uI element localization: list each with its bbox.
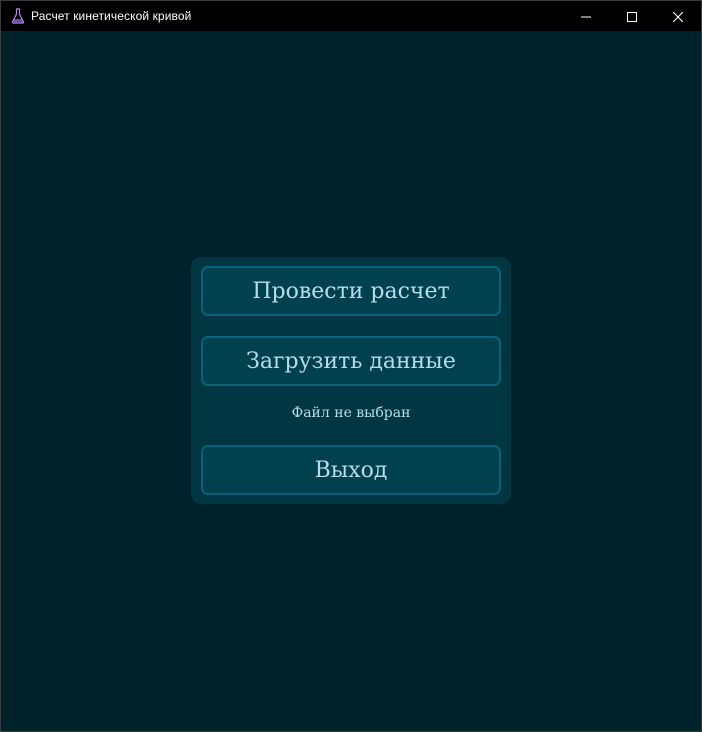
window-title: Расчет кинетической кривой	[31, 9, 192, 23]
main-content: Провести расчет Загрузить данные Файл не…	[1, 31, 701, 731]
maximize-icon	[627, 7, 637, 26]
minimize-icon	[581, 7, 591, 26]
calculate-button[interactable]: Провести расчет	[201, 266, 501, 316]
app-window: Расчет кинетической кривой Провести расч…	[0, 0, 702, 732]
title-bar[interactable]: Расчет кинетической кривой	[1, 1, 701, 31]
menu-panel: Провести расчет Загрузить данные Файл не…	[191, 257, 511, 504]
flask-icon	[10, 8, 26, 24]
window-controls	[563, 1, 701, 31]
maximize-button[interactable]	[609, 1, 655, 31]
close-button[interactable]	[655, 1, 701, 31]
file-status-label: Файл не выбран	[291, 405, 411, 421]
load-data-button[interactable]: Загрузить данные	[201, 336, 501, 386]
minimize-button[interactable]	[563, 1, 609, 31]
exit-button[interactable]: Выход	[201, 445, 501, 495]
close-icon	[672, 7, 684, 26]
